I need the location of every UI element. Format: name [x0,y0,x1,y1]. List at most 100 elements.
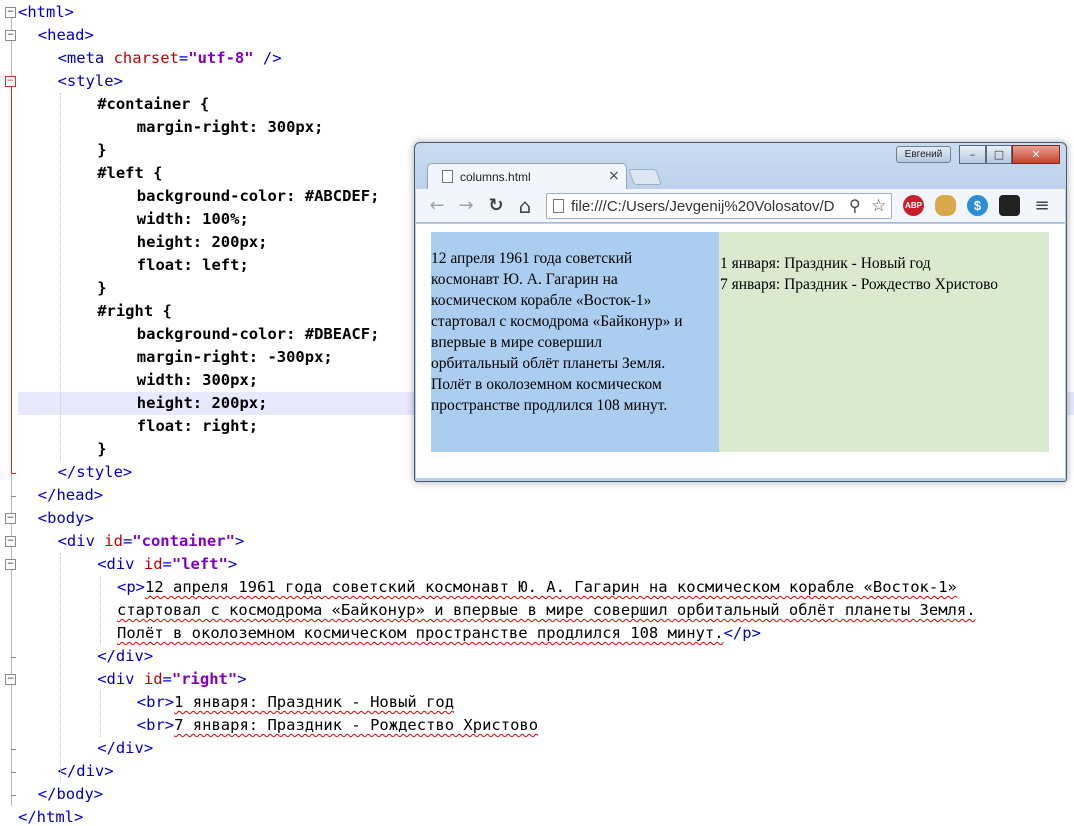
code-line[interactable]: background-color: #DBEACF; [18,323,380,346]
paragraph-line: стартовал с космодрома «Байконур» и [431,313,683,330]
zoom-icon[interactable]: ⚲ [849,196,861,216]
cookie-extension-icon[interactable] [935,195,956,216]
code-token: > [227,555,238,573]
code-line[interactable]: </body> [18,783,103,806]
code-line[interactable]: <head> [18,24,94,47]
code-line[interactable]: height: 200px; [18,392,268,415]
code-token: <style> [57,72,123,90]
code-line[interactable]: <div id="left"> [18,553,237,576]
code-line[interactable]: width: 300px; [18,369,258,392]
profile-badge[interactable]: Евгений [896,146,951,163]
fold-marker-icon [11,772,16,773]
fold-marker-icon[interactable]: − [5,536,16,547]
code-line[interactable]: } [18,277,107,300]
code-token: Полёт в околоземном космическом простран… [117,624,724,642]
code-line[interactable]: #left { [18,162,162,185]
new-tab-button[interactable] [628,169,662,185]
code-line[interactable]: } [18,139,106,162]
code-token: <div [97,670,144,688]
code-token: } [97,279,107,297]
code-line[interactable]: <style> [18,70,123,93]
code-line[interactable]: <body> [18,507,94,530]
indent-guide [100,576,101,645]
code-line[interactable]: </div> [18,645,153,668]
minimize-button[interactable]: – [959,145,986,164]
paragraph-line: впервые в мире совершил [431,334,602,351]
code-token: > [234,532,245,550]
fold-marker-icon [11,749,16,750]
extension-icon[interactable] [999,195,1020,216]
code-line[interactable]: стартовал с космодрома «Байконур» и впер… [18,599,976,622]
code-line[interactable]: height: 200px; [18,231,268,254]
code-line[interactable]: width: 100%; [18,208,249,231]
address-bar[interactable]: file:///C:/Users/Jevgenij%20Volosatov/D … [546,193,892,219]
tab-close-icon[interactable]: × [608,167,620,185]
code-line[interactable]: float: left; [18,254,249,277]
code-token: <body> [37,509,94,527]
code-token: id [143,555,163,573]
menu-icon[interactable]: ≡ [1032,195,1052,216]
code-line[interactable]: </div> [18,737,153,760]
address-url[interactable]: file:///C:/Users/Jevgenij%20Volosatov/D [571,198,841,216]
skype-extension-icon[interactable]: $ [967,195,988,216]
code-line[interactable]: margin-right: -300px; [18,346,333,369]
adblock-icon[interactable]: ABP [903,195,924,216]
fold-marker-icon[interactable]: − [5,559,16,570]
code-token: "utf-8" [188,49,254,67]
code-line[interactable]: #container { [18,93,209,116]
code-token: float: right; [136,417,259,435]
paragraph-line: 12 апреля 1961 года советский [431,250,633,267]
gutter-guide [11,76,12,473]
indent-guide [100,691,101,737]
code-line[interactable]: #right { [18,300,172,323]
tab-columns[interactable]: columns.html × [427,163,627,189]
code-token: = [162,555,172,573]
fold-marker-icon[interactable]: − [5,30,16,41]
paragraph-line: пространстве продлился 108 минут. [431,397,668,414]
code-line[interactable]: Полёт в околоземном космическом простран… [18,622,761,645]
code-token: </div> [57,762,114,780]
reload-icon[interactable]: ↻ [484,194,508,218]
close-window-button[interactable]: ✕ [1012,145,1060,164]
code-token: background-color: #DBEACF; [136,325,380,343]
fold-marker-icon [11,473,16,474]
code-line[interactable]: float: right; [18,415,258,438]
code-line[interactable]: margin-right: 300px; [18,116,324,139]
code-token: 7 января: Праздник - Рождество Христово [174,716,539,734]
code-token: </head> [37,486,104,504]
bookmark-star-icon[interactable]: ☆ [871,195,886,217]
code-token: </p> [723,624,761,642]
code-token: > [237,670,247,688]
back-icon[interactable]: ← [425,194,449,218]
left-column: 12 апреля 1961 года советский космонавт Ю… [431,232,719,452]
code-line[interactable]: } [18,438,106,461]
fold-marker-icon[interactable]: − [5,513,16,524]
code-token: background-color: #ABCDEF; [136,187,380,205]
code-line[interactable]: <meta charset="utf-8" /> [18,47,282,70]
code-line[interactable]: </html> [18,806,83,826]
forward-icon[interactable]: → [454,194,478,218]
code-line[interactable]: <div id="container"> [18,530,245,553]
code-line[interactable]: <html> [18,1,74,24]
code-token: <p> [117,578,145,596]
code-line[interactable]: </head> [18,484,103,507]
code-token: </div> [97,647,154,665]
fold-marker-icon[interactable]: − [5,7,16,18]
code-line[interactable]: <br>1 января: Праздник - Новый год [18,691,454,714]
fold-marker-icon[interactable]: − [5,674,16,685]
code-line[interactable]: background-color: #ABCDEF; [18,185,380,208]
code-line[interactable]: <p>12 апреля 1961 года советский космона… [18,576,957,599]
code-token: charset [113,49,179,67]
fold-marker-icon[interactable]: − [5,76,16,87]
maximize-button[interactable]: □ [986,145,1012,164]
code-line[interactable]: <br>7 января: Праздник - Рождество Христ… [18,714,538,737]
code-line[interactable]: </style> [18,461,133,484]
code-token: width: 300px; [136,371,259,389]
code-line[interactable]: <div id="right"> [18,668,247,691]
right-column: 1 января: Праздник - Новый год 7 января: … [719,232,1049,452]
paragraph-line: орбитальный облёт планеты Земля. [431,355,666,372]
code-token: <div [57,532,105,550]
browser-toolbar: ← → ↻ ⌂ file:///C:/Users/Jevgenij%20Volo… [416,189,1065,223]
code-line[interactable]: </div> [18,760,114,783]
home-icon[interactable]: ⌂ [513,194,537,218]
